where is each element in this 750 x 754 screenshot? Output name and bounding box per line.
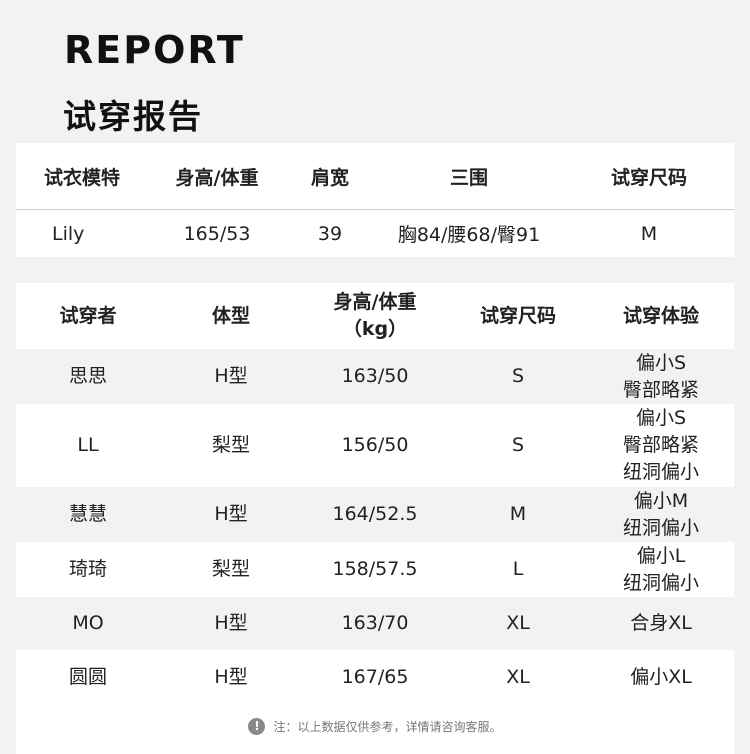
report-header: REPORT 试穿报告 — [0, 0, 750, 143]
table-row: 思思 H型 163/50 S 偏小S 臀部略紧 — [16, 349, 734, 404]
header-height-weight: 身高/体重 — [175, 166, 259, 189]
experience-line: 纽洞偏小 — [622, 516, 699, 539]
model-table-header: 试衣模特 身高/体重 肩宽 三围 试穿尺码 — [16, 143, 734, 210]
disclaimer-text: 注：以上数据仅供参考，详情请咨询客服。 — [273, 719, 502, 734]
tryon-experience: 偏小M 纽洞偏小 — [588, 488, 734, 542]
table-row: 慧慧 H型 164/52.5 M 偏小M 纽洞偏小 — [16, 487, 734, 542]
experience-line: 臀部略紧 — [622, 378, 699, 401]
experience-line: 合身XL — [630, 612, 692, 634]
exclamation-icon: ! — [248, 717, 266, 735]
body-type: H型 — [214, 365, 248, 387]
tester-name: 思思 — [68, 365, 107, 387]
model-name: Lily — [52, 222, 85, 245]
tester-name: 圆圆 — [68, 665, 107, 688]
report-title-cn: 试穿报告 — [63, 97, 203, 136]
tryon-experience: 偏小XL — [588, 664, 734, 691]
tryon-experience: 偏小S 臀部略紧 纽洞偏小 — [588, 405, 734, 486]
header-height-weight-line2: （kg） — [342, 318, 408, 340]
experience-line: 偏小XL — [630, 665, 692, 688]
experience-line: 偏小S — [635, 351, 687, 374]
tester-name: MO — [72, 612, 104, 634]
disclaimer-note: ! 注：以上数据仅供参考，详情请咨询客服。 — [16, 716, 734, 736]
body-type: H型 — [214, 503, 248, 525]
model-table-row: Lily 165/53 39 胸84/腰68/臀91 M — [16, 210, 734, 257]
height-weight: 167/65 — [341, 665, 409, 688]
body-type: H型 — [214, 665, 248, 688]
body-type: 梨型 — [211, 434, 250, 456]
model-size: M — [640, 222, 658, 245]
height-weight: 158/57.5 — [332, 558, 418, 580]
tryon-size: S — [511, 434, 525, 456]
header-model: 试衣模特 — [43, 166, 120, 189]
experience-line: 纽洞偏小 — [622, 571, 699, 594]
tryon-experience: 偏小L 纽洞偏小 — [588, 543, 734, 597]
report-title-en: REPORT — [64, 28, 245, 72]
tester-name: 琦琦 — [68, 558, 107, 580]
model-info-table: 试衣模特 身高/体重 肩宽 三围 试穿尺码 Lily 165/53 39 胸84… — [16, 143, 734, 257]
tryon-size: XL — [506, 612, 530, 634]
table-row: 琦琦 梨型 158/57.5 L 偏小L 纽洞偏小 — [16, 542, 734, 597]
header-size: 试穿尺码 — [610, 166, 687, 189]
tryon-size: S — [511, 365, 525, 387]
height-weight: 164/52.5 — [332, 503, 418, 525]
header-shoulder: 肩宽 — [310, 166, 349, 189]
tester-name: LL — [77, 434, 99, 456]
experience-line: 偏小M — [633, 489, 689, 512]
model-measurements: 胸84/腰68/臀91 — [397, 224, 541, 246]
header-size: 试穿尺码 — [479, 304, 556, 327]
model-height-weight: 165/53 — [183, 222, 251, 245]
tryon-size: L — [512, 558, 524, 580]
tester-name: 慧慧 — [68, 503, 107, 525]
body-type: H型 — [214, 612, 248, 634]
model-shoulder: 39 — [317, 222, 343, 245]
body-type: 梨型 — [211, 558, 250, 580]
tryon-table-header: 试穿者 体型 身高/体重 （kg） 试穿尺码 试穿体验 — [16, 283, 734, 349]
height-weight: 163/50 — [341, 365, 409, 387]
tryon-size: XL — [506, 665, 530, 688]
table-row: 圆圆 H型 167/65 XL 偏小XL — [16, 650, 734, 704]
tryon-experience: 偏小S 臀部略紧 — [588, 350, 734, 404]
tryon-experience: 合身XL — [588, 610, 734, 637]
experience-line: 纽洞偏小 — [622, 461, 699, 483]
header-body-type: 体型 — [211, 304, 250, 327]
height-weight: 163/70 — [341, 612, 409, 634]
experience-line: 偏小S — [635, 407, 687, 429]
tryon-size: M — [509, 503, 527, 525]
tryon-table: 试穿者 体型 身高/体重 （kg） 试穿尺码 试穿体验 思思 H型 163/50… — [16, 283, 734, 754]
header-measurements: 三围 — [449, 166, 488, 189]
header-tester: 试穿者 — [59, 304, 117, 327]
header-height-weight: 身高/体重 （kg） — [302, 289, 448, 343]
table-row: LL 梨型 156/50 S 偏小S 臀部略紧 纽洞偏小 — [16, 404, 734, 487]
height-weight: 156/50 — [341, 434, 409, 456]
header-experience: 试穿体验 — [622, 304, 699, 327]
experience-line: 偏小L — [636, 544, 686, 567]
experience-line: 臀部略紧 — [622, 434, 699, 456]
table-row: MO H型 163/70 XL 合身XL — [16, 597, 734, 650]
header-height-weight-line1: 身高/体重 — [333, 291, 417, 313]
